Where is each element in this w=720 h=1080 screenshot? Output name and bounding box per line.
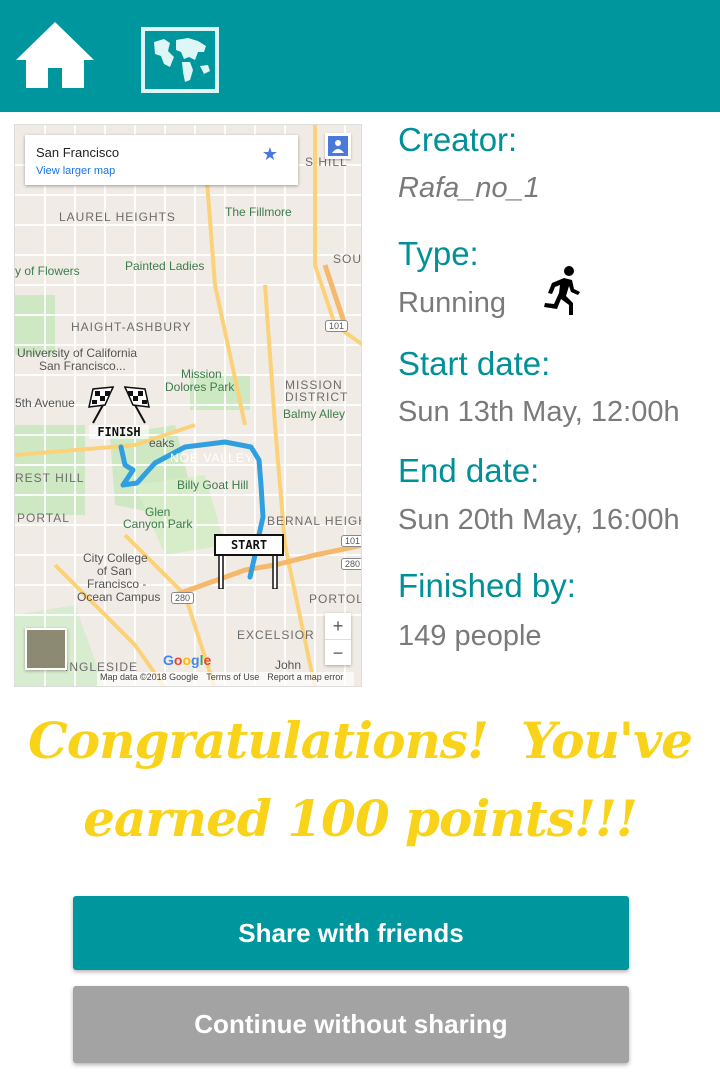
map-label: City College [83, 551, 148, 565]
map-label: Billy Goat Hill [177, 478, 249, 492]
google-logo: Google [163, 652, 211, 668]
map-label: Dolores Park [165, 380, 235, 394]
map-label: EXCELSIOR [237, 628, 315, 642]
map-zoom-controls: + − [325, 613, 351, 665]
map-label: PORTAL [17, 511, 70, 525]
congratulations-message: Congratulations! You've earned 100 point… [0, 702, 720, 858]
start-label: START [230, 538, 268, 552]
finished-by-value: 149 people [398, 620, 542, 652]
world-map-icon [141, 27, 219, 93]
finish-label: FINISH [89, 425, 149, 439]
creator-label: Creator: [398, 121, 518, 158]
map-label: Mission [181, 367, 222, 381]
map-label: University of California [17, 346, 138, 360]
map-place-card: San Francisco View larger map ★ [25, 135, 298, 185]
home-button[interactable] [14, 18, 96, 94]
highway-shield: 101 [325, 320, 349, 332]
google-logo-letter: e [203, 652, 212, 668]
highway-shield: 280 [171, 592, 195, 604]
google-logo-letter: G [163, 652, 174, 668]
street-view-pegman-button[interactable] [325, 133, 351, 159]
map-label: HAIGHT-ASHBURY [71, 320, 192, 334]
pegman-icon [328, 136, 348, 156]
map-place-name: San Francisco [36, 145, 120, 160]
finished-by-label: Finished by: [398, 567, 576, 604]
map-label: Painted Ladies [125, 259, 205, 273]
map-label: Balmy Alley [283, 407, 346, 421]
map-label: BERNAL HEIGHTS [267, 514, 361, 528]
type-label: Type: [398, 235, 479, 272]
highway-shield: 101 [341, 535, 361, 547]
map-label: NOE VALLEY [170, 451, 254, 465]
map-attribution: Map data ©2018 Google Terms of Use Report … [97, 672, 355, 686]
continue-without-sharing-button[interactable]: Continue without sharing [73, 986, 629, 1063]
end-date-value: Sun 20th May, 16:00h [398, 504, 680, 536]
type-value: Running [398, 287, 507, 319]
satellite-view-thumbnail[interactable] [25, 628, 67, 670]
google-logo-letter: g [191, 652, 200, 668]
map-label: LAUREL HEIGHTS [59, 210, 176, 224]
map-label: Canyon Park [123, 517, 193, 531]
map-label: The Fillmore [225, 205, 292, 219]
route-map[interactable]: LAUREL HEIGHTS The Fillmore Painted Ladi… [14, 124, 362, 687]
map-label: SOUT [333, 252, 362, 266]
zoom-in-button[interactable]: + [325, 613, 351, 639]
map-label: DISTRICT [285, 390, 349, 404]
checkered-flags-icon [88, 386, 150, 424]
end-date-label: End date: [398, 452, 540, 489]
map-label: PORTOL [309, 592, 362, 606]
report-map-error-link[interactable]: Report a map error [267, 672, 343, 682]
map-label: Ocean Campus [77, 590, 161, 604]
map-label: y of Flowers [15, 264, 80, 278]
running-person-icon [544, 266, 580, 315]
highway-shield: 280 [341, 558, 361, 570]
finish-sign: FINISH [87, 383, 151, 445]
share-with-friends-button[interactable]: Share with friends [73, 896, 629, 970]
map-label: eaks [149, 436, 175, 450]
start-date-value: Sun 13th May, 12:00h [398, 396, 680, 428]
view-larger-map-link[interactable]: View larger map [36, 165, 115, 177]
creator-value: Rafa_no_1 [398, 172, 540, 204]
start-sign: START [213, 533, 285, 590]
zoom-out-button[interactable]: − [325, 639, 351, 666]
map-label: of San [97, 564, 132, 578]
home-icon [16, 22, 94, 88]
map-data-credit: Map data ©2018 Google [100, 672, 199, 682]
save-star-icon[interactable]: ★ [262, 144, 278, 165]
map-label: Francisco - [87, 577, 147, 591]
world-map-button[interactable] [140, 26, 220, 94]
start-date-label: Start date: [398, 345, 551, 382]
map-label: John [275, 658, 302, 672]
congratulations-line-1: Congratulations! You've [28, 711, 693, 770]
congratulations-line-2: earned 100 points!!! [83, 789, 638, 848]
terms-of-use-link[interactable]: Terms of Use [206, 672, 259, 682]
map-label: 5th Avenue [15, 396, 75, 410]
top-nav-bar [0, 0, 720, 112]
map-label: San Francisco... [39, 359, 126, 373]
map-label: REST HILL [15, 471, 85, 485]
google-logo-letter: o [182, 652, 192, 668]
